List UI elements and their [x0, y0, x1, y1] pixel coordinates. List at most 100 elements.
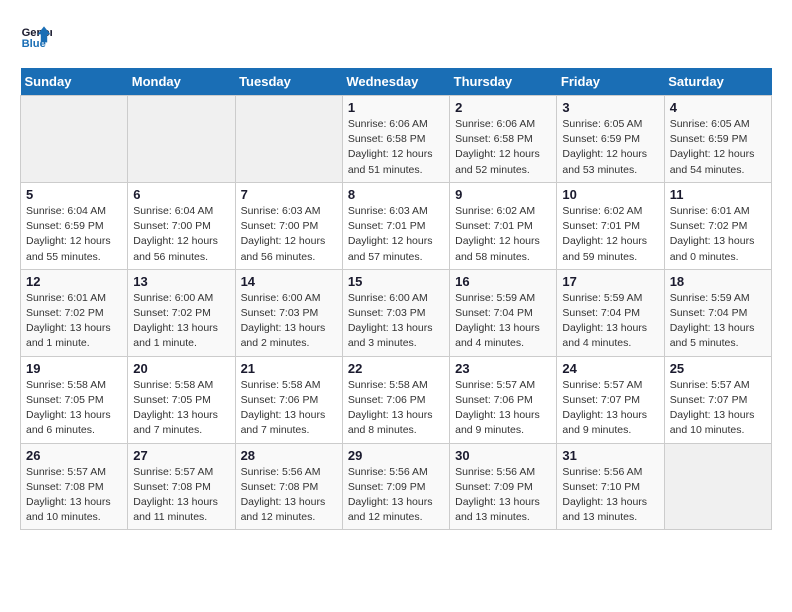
day-number: 1: [348, 100, 444, 115]
day-info: Sunrise: 5:58 AMSunset: 7:06 PMDaylight:…: [348, 378, 444, 439]
day-info: Sunrise: 5:57 AMSunset: 7:06 PMDaylight:…: [455, 378, 551, 439]
day-cell: 7 Sunrise: 6:03 AMSunset: 7:00 PMDaylight…: [235, 182, 342, 269]
day-number: 27: [133, 448, 229, 463]
day-info: Sunrise: 6:02 AMSunset: 7:01 PMDaylight:…: [455, 204, 551, 265]
day-number: 24: [562, 361, 658, 376]
day-number: 29: [348, 448, 444, 463]
day-number: 21: [241, 361, 337, 376]
day-info: Sunrise: 6:05 AMSunset: 6:59 PMDaylight:…: [562, 117, 658, 178]
day-number: 14: [241, 274, 337, 289]
day-number: 10: [562, 187, 658, 202]
day-number: 28: [241, 448, 337, 463]
day-cell: 24 Sunrise: 5:57 AMSunset: 7:07 PMDayligh…: [557, 356, 664, 443]
day-cell: 16 Sunrise: 5:59 AMSunset: 7:04 PMDayligh…: [450, 269, 557, 356]
logo: General Blue: [20, 20, 56, 52]
weekday-header-sunday: Sunday: [21, 68, 128, 96]
calendar-body: 1 Sunrise: 6:06 AMSunset: 6:58 PMDaylight…: [21, 96, 772, 530]
day-cell: 6 Sunrise: 6:04 AMSunset: 7:00 PMDaylight…: [128, 182, 235, 269]
day-cell: 19Sunrise: 5:58 AMSunset: 7:05 PMDayligh…: [21, 356, 128, 443]
weekday-header-saturday: Saturday: [664, 68, 771, 96]
day-cell: [128, 96, 235, 183]
day-cell: 5 Sunrise: 6:04 AMSunset: 6:59 PMDaylight…: [21, 182, 128, 269]
day-info: Sunrise: 5:57 AMSunset: 7:07 PMDaylight:…: [670, 378, 766, 439]
day-cell: 23 Sunrise: 5:57 AMSunset: 7:06 PMDayligh…: [450, 356, 557, 443]
day-info: Sunrise: 6:04 AMSunset: 7:00 PMDaylight:…: [133, 204, 229, 265]
day-number: 4: [670, 100, 766, 115]
day-info: Sunrise: 5:57 AMSunset: 7:08 PMDaylight:…: [133, 465, 229, 526]
day-cell: 20 Sunrise: 5:58 AMSunset: 7:05 PMDayligh…: [128, 356, 235, 443]
day-number: 2: [455, 100, 551, 115]
day-info: Sunrise: 5:59 AMSunset: 7:04 PMDaylight:…: [455, 291, 551, 352]
day-cell: 14Sunrise: 6:00 AMSunset: 7:03 PMDayligh…: [235, 269, 342, 356]
day-number: 31: [562, 448, 658, 463]
day-info: Sunrise: 5:56 AMSunset: 7:09 PMDaylight:…: [348, 465, 444, 526]
day-info: Sunrise: 5:56 AMSunset: 7:09 PMDaylight:…: [455, 465, 551, 526]
day-cell: 13 Sunrise: 6:00 AMSunset: 7:02 PMDayligh…: [128, 269, 235, 356]
day-number: 15: [348, 274, 444, 289]
day-cell: 17 Sunrise: 5:59 AMSunset: 7:04 PMDayligh…: [557, 269, 664, 356]
weekday-header-thursday: Thursday: [450, 68, 557, 96]
day-info: Sunrise: 5:57 AMSunset: 7:07 PMDaylight:…: [562, 378, 658, 439]
day-info: Sunrise: 6:06 AMSunset: 6:58 PMDaylight:…: [348, 117, 444, 178]
day-info: Sunrise: 5:59 AMSunset: 7:04 PMDaylight:…: [562, 291, 658, 352]
day-cell: 10 Sunrise: 6:02 AMSunset: 7:01 PMDayligh…: [557, 182, 664, 269]
week-row-3: 12 Sunrise: 6:01 AMSunset: 7:02 PMDayligh…: [21, 269, 772, 356]
day-info: Sunrise: 6:01 AMSunset: 7:02 PMDaylight:…: [26, 291, 122, 352]
day-info: Sunrise: 6:04 AMSunset: 6:59 PMDaylight:…: [26, 204, 122, 265]
day-cell: 31 Sunrise: 5:56 AMSunset: 7:10 PMDayligh…: [557, 443, 664, 530]
day-info: Sunrise: 6:05 AMSunset: 6:59 PMDaylight:…: [670, 117, 766, 178]
day-info: Sunrise: 5:59 AMSunset: 7:04 PMDaylight:…: [670, 291, 766, 352]
day-cell: 25 Sunrise: 5:57 AMSunset: 7:07 PMDayligh…: [664, 356, 771, 443]
day-cell: 2 Sunrise: 6:06 AMSunset: 6:58 PMDaylight…: [450, 96, 557, 183]
weekday-header-friday: Friday: [557, 68, 664, 96]
day-info: Sunrise: 6:00 AMSunset: 7:03 PMDaylight:…: [348, 291, 444, 352]
day-cell: 29 Sunrise: 5:56 AMSunset: 7:09 PMDayligh…: [342, 443, 449, 530]
day-cell: 30Sunrise: 5:56 AMSunset: 7:09 PMDayligh…: [450, 443, 557, 530]
day-info: Sunrise: 5:58 AMSunset: 7:05 PMDaylight:…: [26, 378, 122, 439]
day-number: 5: [26, 187, 122, 202]
day-cell: 26Sunrise: 5:57 AMSunset: 7:08 PMDayligh…: [21, 443, 128, 530]
day-number: 22: [348, 361, 444, 376]
day-number: 25: [670, 361, 766, 376]
day-cell: 18Sunrise: 5:59 AMSunset: 7:04 PMDayligh…: [664, 269, 771, 356]
weekday-header-tuesday: Tuesday: [235, 68, 342, 96]
day-cell: 8Sunrise: 6:03 AMSunset: 7:01 PMDaylight…: [342, 182, 449, 269]
day-number: 13: [133, 274, 229, 289]
day-cell: 9Sunrise: 6:02 AMSunset: 7:01 PMDaylight…: [450, 182, 557, 269]
week-row-2: 5 Sunrise: 6:04 AMSunset: 6:59 PMDaylight…: [21, 182, 772, 269]
day-cell: [235, 96, 342, 183]
page-header: General Blue: [20, 20, 772, 52]
day-info: Sunrise: 5:56 AMSunset: 7:10 PMDaylight:…: [562, 465, 658, 526]
day-cell: [21, 96, 128, 183]
day-info: Sunrise: 6:06 AMSunset: 6:58 PMDaylight:…: [455, 117, 551, 178]
day-number: 20: [133, 361, 229, 376]
day-cell: [664, 443, 771, 530]
day-number: 16: [455, 274, 551, 289]
week-row-4: 19Sunrise: 5:58 AMSunset: 7:05 PMDayligh…: [21, 356, 772, 443]
day-number: 17: [562, 274, 658, 289]
day-number: 12: [26, 274, 122, 289]
day-cell: 12 Sunrise: 6:01 AMSunset: 7:02 PMDayligh…: [21, 269, 128, 356]
day-cell: 27 Sunrise: 5:57 AMSunset: 7:08 PMDayligh…: [128, 443, 235, 530]
day-number: 23: [455, 361, 551, 376]
logo-icon: General Blue: [20, 20, 52, 52]
day-number: 26: [26, 448, 122, 463]
day-number: 7: [241, 187, 337, 202]
day-info: Sunrise: 6:02 AMSunset: 7:01 PMDaylight:…: [562, 204, 658, 265]
calendar-table: SundayMondayTuesdayWednesdayThursdayFrid…: [20, 68, 772, 530]
day-number: 11: [670, 187, 766, 202]
day-number: 3: [562, 100, 658, 115]
day-info: Sunrise: 6:00 AMSunset: 7:02 PMDaylight:…: [133, 291, 229, 352]
day-number: 6: [133, 187, 229, 202]
day-info: Sunrise: 5:58 AMSunset: 7:05 PMDaylight:…: [133, 378, 229, 439]
weekday-row: SundayMondayTuesdayWednesdayThursdayFrid…: [21, 68, 772, 96]
day-cell: 21 Sunrise: 5:58 AMSunset: 7:06 PMDayligh…: [235, 356, 342, 443]
day-cell: 4 Sunrise: 6:05 AMSunset: 6:59 PMDaylight…: [664, 96, 771, 183]
day-cell: 22 Sunrise: 5:58 AMSunset: 7:06 PMDayligh…: [342, 356, 449, 443]
week-row-1: 1 Sunrise: 6:06 AMSunset: 6:58 PMDaylight…: [21, 96, 772, 183]
day-info: Sunrise: 6:01 AMSunset: 7:02 PMDaylight:…: [670, 204, 766, 265]
day-info: Sunrise: 6:03 AMSunset: 7:00 PMDaylight:…: [241, 204, 337, 265]
calendar-header: SundayMondayTuesdayWednesdayThursdayFrid…: [21, 68, 772, 96]
day-info: Sunrise: 5:58 AMSunset: 7:06 PMDaylight:…: [241, 378, 337, 439]
weekday-header-wednesday: Wednesday: [342, 68, 449, 96]
